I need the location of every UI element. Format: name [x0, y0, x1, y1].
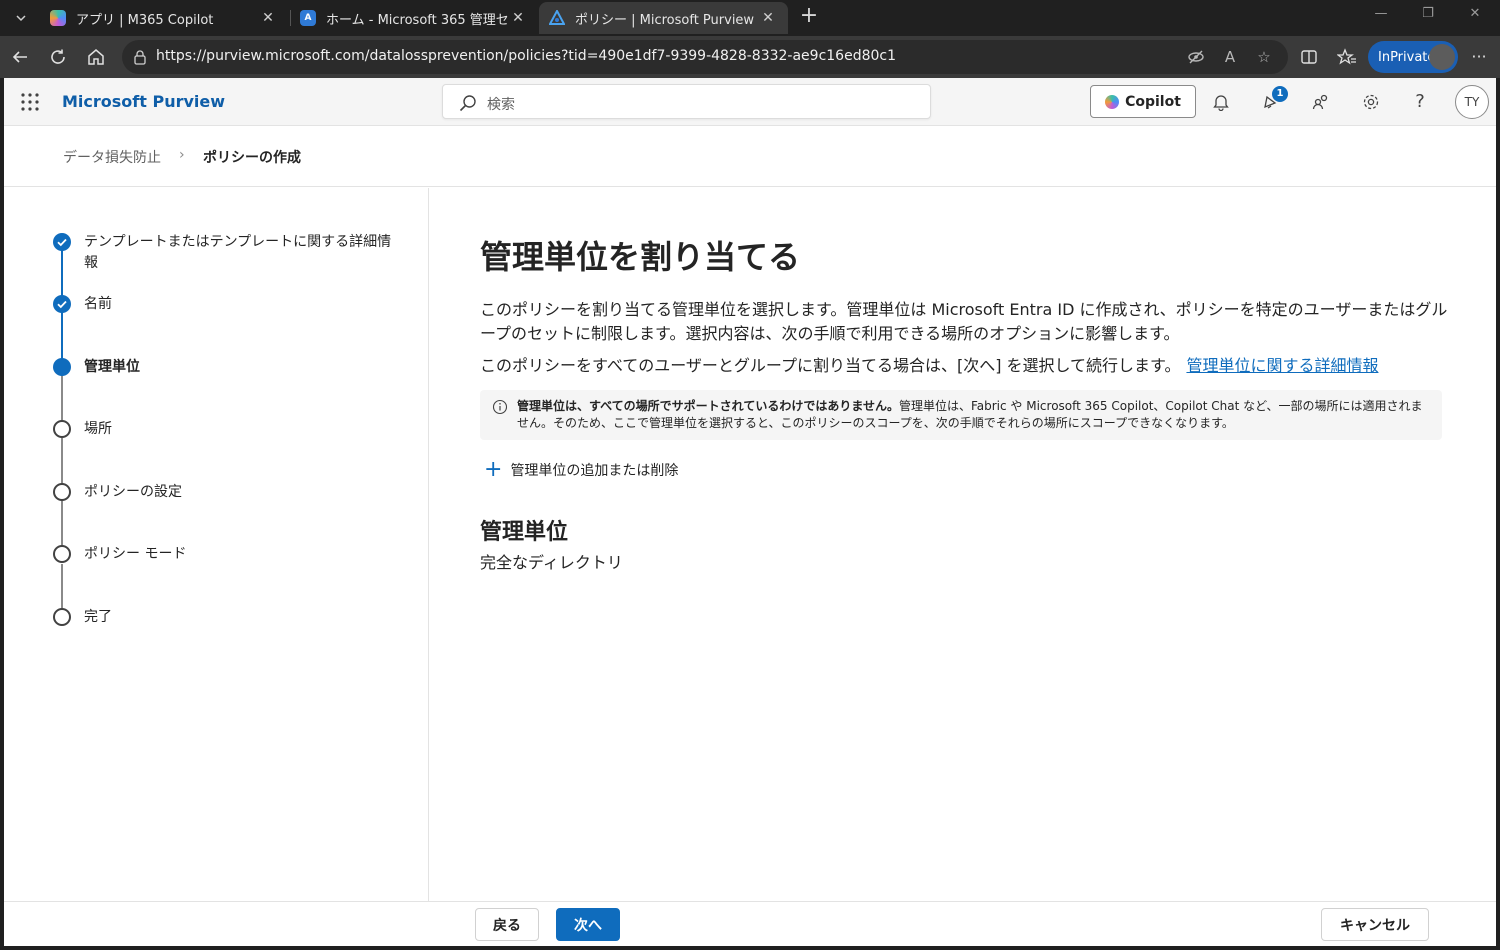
minimize-window-button[interactable]: — [1361, 6, 1401, 28]
purview-favicon-icon [548, 8, 566, 26]
back-button[interactable]: 戻る [475, 908, 539, 941]
favorite-star-icon[interactable]: ☆ [1254, 48, 1274, 66]
cancel-button[interactable]: キャンセル [1321, 908, 1429, 941]
close-tab-icon[interactable]: ✕ [508, 10, 528, 26]
bell-icon[interactable] [1209, 90, 1233, 114]
info-message-bold: 管理単位は、すべての場所でサポートされているわけではありません。 [517, 399, 899, 413]
step-complete-check-icon [53, 233, 71, 251]
step-connector [61, 250, 63, 298]
step-finish-label: 完了 [84, 609, 112, 625]
tab-title: ホーム - Microsoft 365 管理センター [326, 12, 508, 28]
people-icon[interactable] [1309, 90, 1333, 114]
home-button[interactable] [82, 44, 110, 70]
step-locations-label: 場所 [84, 421, 112, 437]
notification-badge: 1 [1272, 86, 1288, 102]
avatar[interactable]: TY [1455, 85, 1489, 119]
learn-more-admin-units-link[interactable]: 管理単位に関する詳細情報 [1186, 356, 1378, 375]
inprivate-profile-button[interactable]: InPrivate [1368, 41, 1458, 73]
admin-units-section-title: 管理単位 [480, 520, 569, 545]
browser-tab-bar: アプリ | M365 Copilot ✕ A ホーム - Microsoft 3… [0, 0, 1500, 36]
step-name-label: 名前 [84, 296, 112, 312]
refresh-icon [51, 49, 65, 64]
close-window-button[interactable]: ✕ [1455, 6, 1495, 28]
tab-actions-menu-button[interactable] [6, 5, 36, 31]
main-content: 管理単位を割り当てる このポリシーを割り当てる管理単位を選択します。管理単位は … [430, 188, 1496, 901]
admin-units-value: 完全なディレクトリ [480, 553, 623, 572]
step-policy-mode-label: ポリシー モード [84, 546, 187, 562]
read-aloud-icon[interactable]: A [1220, 48, 1240, 66]
browser-address-bar: https://purview.microsoft.com/datalosspr… [0, 36, 1500, 78]
next-button[interactable]: 次へ [556, 908, 620, 941]
wizard-footer: 戻る 次へ キャンセル [4, 901, 1496, 946]
restore-window-button[interactable]: ❐ [1408, 6, 1448, 28]
tab-m365-admin-center[interactable]: A ホーム - Microsoft 365 管理センター ✕ [290, 2, 538, 34]
breadcrumb-dlp-link[interactable]: データ損失防止 [63, 147, 161, 167]
step-connector [61, 564, 63, 612]
instruction-text: このポリシーをすべてのユーザーとグループに割り当てる場合は、[次へ] を選択して… [480, 356, 1181, 375]
step-pending-circle-icon [53, 545, 71, 563]
step-connector [61, 438, 63, 486]
search-input[interactable]: 検索 [442, 84, 931, 119]
brand-title[interactable]: Microsoft Purview [62, 92, 225, 111]
page-description: このポリシーを割り当てる管理単位を選択します。管理単位は Microsoft E… [480, 300, 1448, 343]
copilot-button[interactable]: Copilot [1090, 85, 1196, 118]
arrow-left-icon [12, 51, 27, 63]
tab-title: アプリ | M365 Copilot [76, 12, 214, 28]
step-complete-check-icon [53, 295, 71, 313]
step-template-label: テンプレートまたはテンプレートに関する詳細情報 [84, 234, 392, 271]
gear-icon[interactable] [1359, 90, 1383, 114]
url-field[interactable]: https://purview.microsoft.com/datalosspr… [122, 40, 1288, 74]
step-current-indicator-icon [53, 358, 71, 376]
breadcrumb-current: ポリシーの作成 [203, 150, 301, 166]
split-screen-icon[interactable] [1297, 45, 1321, 69]
step-admin-units-label: 管理単位 [84, 359, 140, 375]
purview-app: Microsoft Purview 検索 Copilot 1 ? TY データ損… [4, 78, 1496, 946]
app-header: Microsoft Purview 検索 Copilot 1 ? TY [4, 78, 1496, 126]
chevron-down-icon [16, 15, 26, 22]
close-tab-icon[interactable]: ✕ [258, 10, 278, 26]
admin-center-favicon-icon: A [300, 10, 316, 26]
help-icon[interactable]: ? [1408, 90, 1432, 114]
favorites-icon[interactable] [1335, 45, 1359, 69]
add-remove-label: 管理単位の追加または削除 [510, 463, 679, 479]
step-pending-circle-icon [53, 483, 71, 501]
url-text[interactable]: https://purview.microsoft.com/datalosspr… [156, 48, 896, 64]
step-connector [61, 374, 63, 424]
tab-purview-policies[interactable]: ポリシー | Microsoft Purview ✕ [539, 2, 788, 34]
inprivate-label: InPrivate [1378, 49, 1436, 65]
search-icon [459, 95, 476, 112]
copilot-label: Copilot [1125, 93, 1181, 110]
tab-m365-copilot[interactable]: アプリ | M365 Copilot ✕ [40, 2, 288, 34]
wizard-steps: テンプレートまたはテンプレートに関する詳細情報 名前 管理単位 場所 ポリシーの… [4, 188, 429, 901]
step-connector [61, 312, 63, 360]
home-icon [88, 49, 104, 65]
new-tab-button[interactable]: + [796, 4, 822, 30]
info-message-bar: 管理単位は、すべての場所でサポートされているわけではありません。管理単位は、Fa… [480, 390, 1442, 440]
tracking-prevention-icon[interactable] [1186, 48, 1206, 66]
more-options-icon[interactable]: ··· [1467, 45, 1491, 69]
close-tab-icon[interactable]: ✕ [758, 10, 778, 26]
page-title: 管理単位を割り当てる [480, 238, 801, 276]
chevron-right-icon: › [179, 147, 185, 163]
back-nav-button[interactable] [6, 44, 34, 70]
profile-avatar [1429, 44, 1455, 70]
breadcrumb: データ損失防止 › ポリシーの作成 [4, 127, 1496, 187]
copilot-logo-icon [1105, 94, 1120, 109]
tab-title: ポリシー | Microsoft Purview [575, 12, 755, 28]
info-icon [492, 399, 508, 415]
step-connector [61, 500, 63, 550]
search-placeholder: 検索 [487, 97, 515, 113]
page-instruction: このポリシーをすべてのユーザーとグループに割り当てる場合は、[次へ] を選択して… [480, 354, 1470, 378]
app-launcher-icon[interactable] [20, 92, 40, 112]
info-message-text: 管理単位は、すべての場所でサポートされているわけではありません。管理単位は、Fa… [517, 398, 1429, 432]
step-pending-circle-icon [53, 608, 71, 626]
copilot-favicon-icon [50, 10, 66, 26]
lock-icon[interactable] [132, 49, 148, 65]
step-pending-circle-icon [53, 420, 71, 438]
step-policy-settings-label: ポリシーの設定 [84, 484, 182, 500]
refresh-button[interactable] [44, 44, 72, 70]
add-icon: + [484, 457, 503, 482]
add-remove-admin-units-button[interactable]: + 管理単位の追加または削除 [484, 458, 678, 482]
